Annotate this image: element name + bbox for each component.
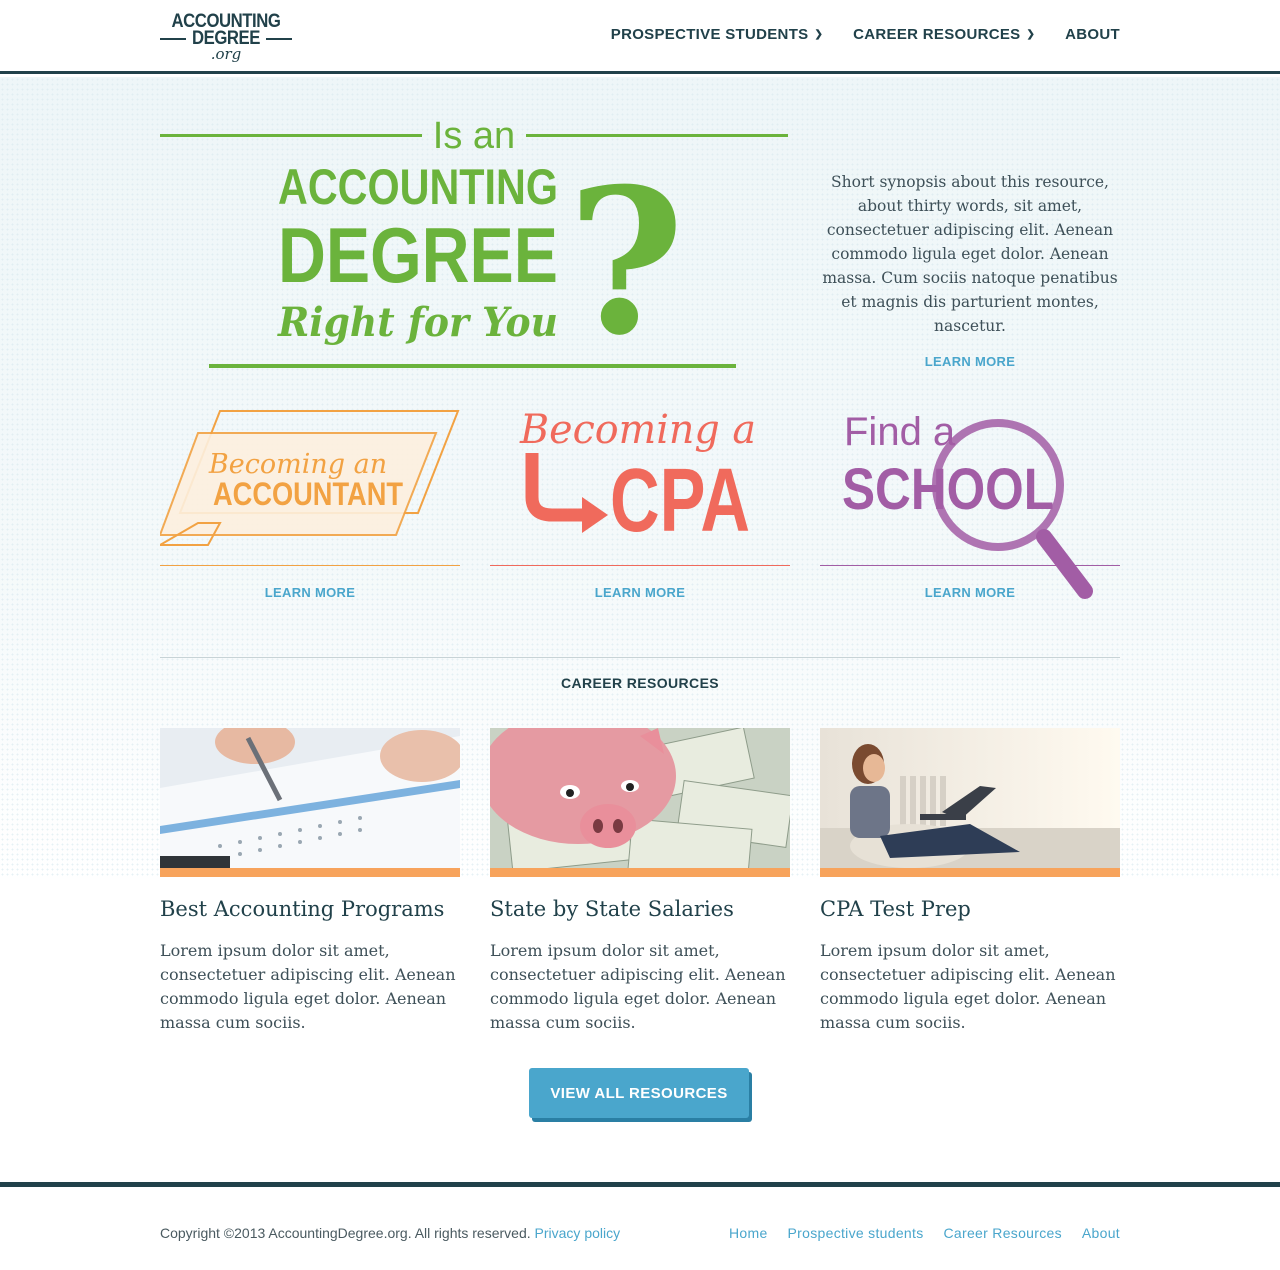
title-rule-bottom (209, 364, 736, 368)
logo-rule-right (266, 38, 292, 40)
card-text: Lorem ipsum dolor sit amet, consectetuer… (820, 941, 1116, 1032)
nav-prospective-students[interactable]: PROSPECTIVE STUDENTS ❯ (611, 26, 823, 43)
hero-learn-more-link[interactable]: LEARN MORE (820, 354, 1120, 369)
card-accent-bar (490, 868, 790, 877)
site-logo[interactable]: ACCOUNTING DEGREE .org (160, 12, 292, 64)
feature-find-school[interactable]: Find a SCHOOL LEARN MORE (820, 405, 1120, 605)
resource-card[interactable]: State by State Salaries Lorem ipsum dolo… (490, 728, 790, 1035)
footer-link-about[interactable]: About (1082, 1225, 1120, 1241)
magnifier-handle (1036, 529, 1093, 599)
resource-card[interactable]: CPA Test Prep Lorem ipsum dolor sit amet… (820, 728, 1120, 1035)
main-nav: PROSPECTIVE STUDENTS ❯ CAREER RESOURCES … (611, 26, 1120, 43)
privacy-policy-link[interactable]: Privacy policy (535, 1225, 621, 1241)
banner-graphic: Becoming an ACCOUNTANT (160, 410, 460, 546)
piggy-bank-illustration (490, 728, 790, 868)
feature-becoming-accountant[interactable]: Becoming an ACCOUNTANT LEARN MORE (160, 405, 460, 605)
hero-title-graphic: Is an ACCOUNTING DEGREE Right for You ? (160, 115, 788, 375)
card-text: Lorem ipsum dolor sit amet, consectetuer… (490, 941, 786, 1032)
nav-career-resources[interactable]: CAREER RESOURCES ❯ (853, 26, 1035, 43)
career-resources-heading: CAREER RESOURCES (560, 675, 720, 691)
card-image-laptop-student (820, 728, 1120, 868)
title-rule-right (526, 134, 788, 137)
card-image-test-form (160, 728, 460, 868)
feature-becoming-cpa[interactable]: Becoming a CPA LEARN MORE (490, 405, 790, 605)
magnifier-graphic: Find a SCHOOL (842, 410, 1093, 599)
nav-label: ABOUT (1065, 26, 1120, 43)
site-footer: Copyright ©2013 AccountingDegree.org. Al… (0, 1182, 1280, 1270)
feature-divider (490, 565, 790, 566)
footer-link-prospective-students[interactable]: Prospective students (788, 1225, 924, 1241)
card-accent-bar (820, 868, 1120, 877)
test-form-illustration (160, 728, 460, 868)
chevron-down-icon: ❯ (814, 29, 824, 40)
hero-synopsis: Short synopsis about this resource, abou… (822, 173, 1118, 335)
resource-card[interactable]: Best Accounting Programs Lorem ipsum dol… (160, 728, 460, 1035)
copyright-text: Copyright ©2013 AccountingDegree.org. Al… (160, 1225, 531, 1241)
feature-main: SCHOOL (842, 457, 1054, 522)
arrow-head-icon (582, 497, 608, 533)
title-main-2: DEGREE (278, 211, 558, 299)
copyright: Copyright ©2013 AccountingDegree.org. Al… (160, 1225, 620, 1241)
nav-label: CAREER RESOURCES (853, 26, 1021, 43)
footer-link-career-resources[interactable]: Career Resources (944, 1225, 1062, 1241)
feature-divider (160, 565, 460, 566)
chevron-down-icon: ❯ (1026, 29, 1036, 40)
arrow-icon (525, 453, 586, 522)
card-text: Lorem ipsum dolor sit amet, consectetuer… (160, 941, 456, 1032)
title-script: Right for You (277, 299, 558, 346)
card-accent-bar (160, 868, 460, 877)
feature-learn-more-link[interactable]: LEARN MORE (160, 585, 460, 600)
nav-label: PROSPECTIVE STUDENTS (610, 26, 809, 43)
card-image-piggy-bank (490, 728, 790, 868)
card-title[interactable]: Best Accounting Programs (160, 895, 460, 923)
section-divider (160, 657, 1120, 658)
title-top: Is an (433, 115, 515, 157)
feature-main: ACCOUNTANT (213, 476, 403, 512)
card-title[interactable]: State by State Salaries (490, 895, 790, 923)
feature-script: Find a (844, 410, 956, 454)
card-title[interactable]: CPA Test Prep (820, 895, 1120, 923)
feature-learn-more-link[interactable]: LEARN MORE (490, 585, 790, 600)
title-main-1: ACCOUNTING (278, 159, 558, 215)
question-mark: ? (567, 145, 684, 375)
title-rule-left (160, 134, 422, 137)
cpa-graphic: Becoming a CPA (519, 407, 756, 550)
logo-line-3: .org (210, 45, 242, 63)
student-laptop-illustration (820, 728, 1120, 868)
feature-main: CPA (610, 451, 750, 550)
feature-script: Becoming a (519, 407, 756, 453)
feature-learn-more-link[interactable]: LEARN MORE (820, 585, 1120, 600)
view-all-resources-button[interactable]: VIEW ALL RESOURCES (529, 1068, 749, 1118)
footer-link-home[interactable]: Home (729, 1225, 768, 1241)
footer-nav: Home Prospective students Career Resourc… (729, 1225, 1120, 1241)
site-header: ACCOUNTING DEGREE .org PROSPECTIVE STUDE… (0, 0, 1280, 74)
nav-about[interactable]: ABOUT (1065, 26, 1120, 43)
